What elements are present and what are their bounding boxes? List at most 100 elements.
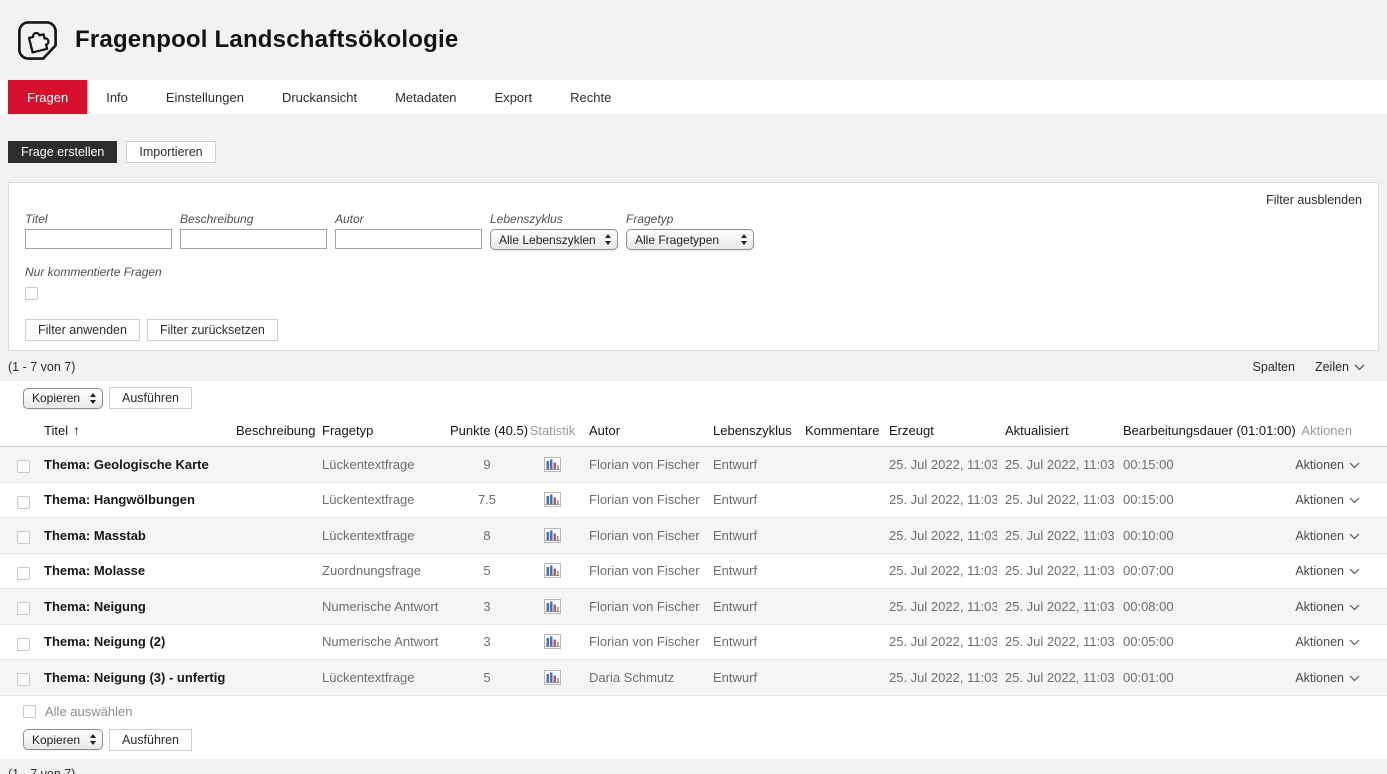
question-table: Kopieren Ausführen Titel↑ Beschreibung F… xyxy=(0,381,1387,759)
filter-commented-checkbox[interactable] xyxy=(25,287,38,300)
statistics-icon[interactable] xyxy=(544,634,561,649)
statistics-icon[interactable] xyxy=(544,528,561,543)
page: Fragenpool Landschaftsökologie Fragen In… xyxy=(0,0,1387,774)
question-created: 25. Jul 2022, 11:03 xyxy=(881,563,997,578)
create-question-button[interactable]: Frage erstellen xyxy=(8,141,117,163)
question-author: Florian von Fischer xyxy=(581,492,705,507)
tab-info[interactable]: Info xyxy=(87,80,147,114)
filter-description-input[interactable] xyxy=(180,229,327,249)
row-checkbox[interactable] xyxy=(17,496,30,509)
header-lebenszyklus[interactable]: Lebenszyklus xyxy=(705,423,797,438)
table-row: Thema: Hangwölbungen Lückentextfrage 7.5… xyxy=(0,483,1387,519)
import-button[interactable]: Importieren xyxy=(126,141,215,163)
tab-metadaten[interactable]: Metadaten xyxy=(376,80,475,114)
row-actions-dropdown[interactable]: Aktionen xyxy=(1295,458,1360,472)
question-title: Thema: Neigung (3) - unfertig xyxy=(36,670,228,685)
select-all-label: Alle auswählen xyxy=(45,704,132,719)
filter-title-input[interactable] xyxy=(25,229,172,249)
filter-author-label: Autor xyxy=(335,212,482,225)
bulk-action-select-bottom[interactable]: Kopieren xyxy=(23,729,103,750)
execute-button-top[interactable]: Ausführen xyxy=(109,387,192,409)
statistics-icon[interactable] xyxy=(544,670,561,685)
question-lifecycle: Entwurf xyxy=(705,563,797,578)
header-beschreibung[interactable]: Beschreibung xyxy=(228,423,314,438)
select-arrows-icon xyxy=(604,233,612,246)
bulk-action-select-top[interactable]: Kopieren xyxy=(23,388,103,409)
row-checkbox[interactable] xyxy=(17,673,30,686)
row-actions-dropdown[interactable]: Aktionen xyxy=(1295,529,1360,543)
hide-filter-link[interactable]: Filter ausblenden xyxy=(1266,193,1362,207)
filter-fields: Titel Beschreibung Autor Lebenszyklus Al… xyxy=(25,212,1362,250)
filter-commented-label: Nur kommentierte Fragen xyxy=(25,265,1362,279)
select-arrows-icon xyxy=(740,233,748,246)
reset-filter-button[interactable]: Filter zurücksetzen xyxy=(147,319,278,341)
row-checkbox[interactable] xyxy=(17,567,30,580)
tab-fragen[interactable]: Fragen xyxy=(8,80,87,114)
filter-lifecycle-select[interactable]: Alle Lebenszyklen xyxy=(490,229,618,250)
filter-description-label: Beschreibung xyxy=(180,212,327,225)
bulk-actions-bottom: Kopieren Ausführen xyxy=(0,727,1387,759)
tab-druckansicht[interactable]: Druckansicht xyxy=(263,80,376,114)
statistics-icon[interactable] xyxy=(544,457,561,472)
row-checkbox[interactable] xyxy=(17,460,30,473)
tab-export[interactable]: Export xyxy=(476,80,552,114)
statistics-icon[interactable] xyxy=(544,599,561,614)
chevron-down-icon xyxy=(1349,671,1360,685)
row-checkbox[interactable] xyxy=(17,638,30,651)
question-duration: 00:05:00 xyxy=(1115,634,1285,649)
row-actions-dropdown[interactable]: Aktionen xyxy=(1295,493,1360,507)
tab-einstellungen[interactable]: Einstellungen xyxy=(147,80,263,114)
question-points: 5 xyxy=(450,563,524,578)
row-actions-dropdown[interactable]: Aktionen xyxy=(1295,671,1360,685)
row-actions-dropdown[interactable]: Aktionen xyxy=(1295,564,1360,578)
row-actions-dropdown[interactable]: Aktionen xyxy=(1295,600,1360,614)
tab-rechte[interactable]: Rechte xyxy=(551,80,630,114)
execute-button-bottom[interactable]: Ausführen xyxy=(109,729,192,751)
page-title: Fragenpool Landschaftsökologie xyxy=(75,26,458,54)
filter-author-input[interactable] xyxy=(335,229,482,249)
sort-asc-icon: ↑ xyxy=(73,423,80,438)
question-type: Zuordnungsfrage xyxy=(314,563,450,578)
header-fragetyp[interactable]: Fragetyp xyxy=(314,423,450,438)
question-author: Florian von Fischer xyxy=(581,634,705,649)
table-row: Thema: Molasse Zuordnungsfrage 5 Florian… xyxy=(0,554,1387,590)
question-updated: 25. Jul 2022, 11:03 xyxy=(997,492,1115,507)
question-title: Thema: Molasse xyxy=(36,563,228,578)
question-updated: 25. Jul 2022, 11:03 xyxy=(997,599,1115,614)
filter-panel: Filter ausblenden Titel Beschreibung Aut… xyxy=(8,182,1379,351)
question-updated: 25. Jul 2022, 11:03 xyxy=(997,563,1115,578)
header-statistik: Statistik xyxy=(524,423,581,438)
chevron-down-icon xyxy=(1349,529,1360,543)
question-created: 25. Jul 2022, 11:03 xyxy=(881,670,997,685)
question-duration: 00:10:00 xyxy=(1115,528,1285,543)
question-pool-puzzle-icon xyxy=(15,18,60,63)
question-duration: 00:08:00 xyxy=(1115,599,1285,614)
statistics-icon[interactable] xyxy=(544,492,561,507)
question-lifecycle: Entwurf xyxy=(705,528,797,543)
filter-qtype-select[interactable]: Alle Fragetypen xyxy=(626,229,754,250)
chevron-down-icon xyxy=(1349,635,1360,649)
header-erzeugt[interactable]: Erzeugt xyxy=(881,423,997,438)
header-kommentare[interactable]: Kommentare xyxy=(797,423,881,438)
question-updated: 25. Jul 2022, 11:03 xyxy=(997,457,1115,472)
apply-filter-button[interactable]: Filter anwenden xyxy=(25,319,140,341)
header-titel[interactable]: Titel↑ xyxy=(36,423,228,438)
header-autor[interactable]: Autor xyxy=(581,423,705,438)
question-updated: 25. Jul 2022, 11:03 xyxy=(997,670,1115,685)
question-lifecycle: Entwurf xyxy=(705,634,797,649)
statistics-icon[interactable] xyxy=(544,563,561,578)
columns-dropdown[interactable]: Spalten xyxy=(1253,360,1295,374)
header-punkte[interactable]: Punkte (40.5) xyxy=(450,423,524,438)
rows-dropdown[interactable]: Zeilen xyxy=(1315,360,1365,374)
question-duration: 00:15:00 xyxy=(1115,492,1285,507)
select-all-checkbox[interactable] xyxy=(23,705,36,718)
filter-qtype-label: Fragetyp xyxy=(626,212,754,225)
tab-bar: Fragen Info Einstellungen Druckansicht M… xyxy=(0,80,1387,114)
question-duration: 00:01:00 xyxy=(1115,670,1285,685)
row-actions-dropdown[interactable]: Aktionen xyxy=(1295,635,1360,649)
row-checkbox[interactable] xyxy=(17,602,30,615)
row-checkbox[interactable] xyxy=(17,531,30,544)
header-aktualisiert[interactable]: Aktualisiert xyxy=(997,423,1115,438)
header-bearbeitungsdauer[interactable]: Bearbeitungsdauer (01:01:00) xyxy=(1115,423,1285,438)
select-arrows-icon xyxy=(89,392,97,405)
